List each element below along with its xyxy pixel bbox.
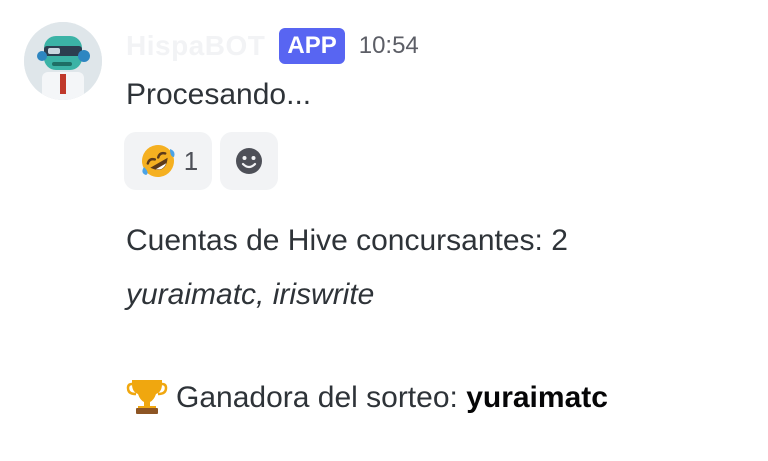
reaction-count: 1 (183, 145, 199, 176)
participants-list: yuraimatc, iriswrite (126, 278, 375, 311)
reactions-bar: 1 (124, 132, 278, 190)
bot-avatar[interactable] (24, 22, 102, 100)
username[interactable]: HispaBOT (126, 30, 265, 62)
winner-line: Ganadora del sorteo: yuraimatc (126, 374, 608, 424)
message-header: HispaBOT APP 10:54 (126, 24, 419, 68)
add-reaction-button[interactable] (220, 132, 278, 190)
winner-label: Ganadora del sorteo: (176, 380, 467, 414)
robot-avatar-image (24, 22, 102, 100)
participants-label: Cuentas de Hive concursantes: 2 (126, 224, 568, 257)
timestamp[interactable]: 10:54 (359, 32, 419, 60)
winner-name[interactable]: yuraimatc (466, 381, 608, 414)
message-text-processing: Procesando... (126, 78, 312, 111)
rolling-laughing-emoji-icon (141, 145, 175, 177)
reaction-laughing[interactable]: 1 (124, 132, 212, 190)
smiley-face-icon (236, 148, 262, 174)
trophy-icon (126, 374, 168, 424)
app-badge: APP (279, 28, 345, 64)
